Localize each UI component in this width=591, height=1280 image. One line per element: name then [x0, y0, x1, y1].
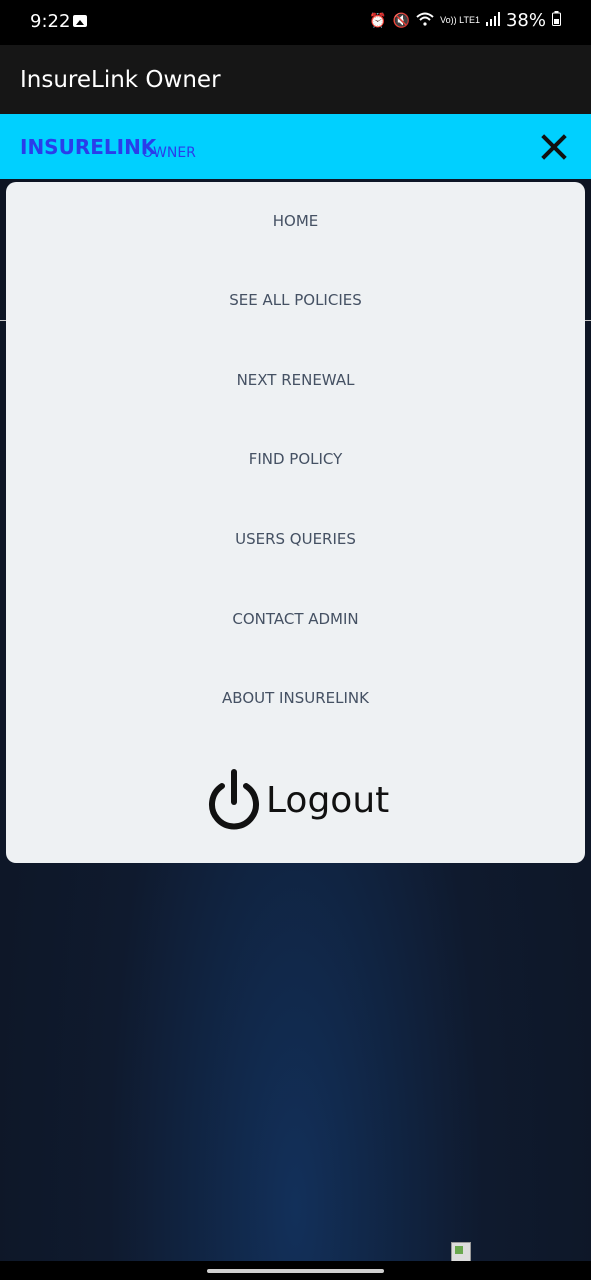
- alarm-icon: ⏰: [369, 12, 387, 28]
- menu-item-see-all-policies[interactable]: SEE ALL POLICIES: [6, 280, 585, 320]
- status-bar: 9:22 ⏰ 🔇 Vo)) LTE1 38%: [0, 0, 591, 45]
- gallery-icon: [73, 15, 87, 27]
- app-title: InsureLink Owner: [20, 67, 221, 93]
- battery-percent: 38%: [505, 10, 546, 31]
- power-icon: [209, 769, 259, 830]
- menu-item-contact-admin[interactable]: CONTACT ADMIN: [6, 599, 585, 639]
- menu-item-about-insurelink[interactable]: ABOUT INSURELINK: [6, 678, 585, 718]
- battery-icon: [552, 11, 561, 30]
- mute-icon: 🔇: [392, 12, 411, 28]
- nav-header: INSURELINK OWNER: [0, 114, 591, 179]
- close-icon[interactable]: [537, 130, 571, 164]
- wifi-icon: [416, 12, 434, 29]
- lte-label: Vo)) LTE1: [440, 15, 480, 25]
- menu-item-find-policy[interactable]: FIND POLICY: [6, 439, 585, 479]
- brand-name: INSURELINK: [20, 135, 157, 159]
- broken-image-icon: [451, 1242, 471, 1262]
- signal-icon: [485, 11, 500, 30]
- menu-item-users-queries[interactable]: USERS QUERIES: [6, 519, 585, 559]
- menu-item-next-renewal[interactable]: NEXT RENEWAL: [6, 360, 585, 400]
- system-nav-bar: [0, 1261, 591, 1280]
- menu-item-home[interactable]: HOME: [6, 201, 585, 241]
- status-time: 9:22: [30, 11, 71, 32]
- status-icons: ⏰ 🔇 Vo)) LTE1 38%: [369, 10, 561, 31]
- nav-menu: HOME SEE ALL POLICIES NEXT RENEWAL FIND …: [6, 182, 585, 863]
- app-bar: InsureLink Owner: [0, 45, 591, 114]
- brand-subtitle: OWNER: [142, 145, 196, 161]
- home-indicator[interactable]: [207, 1269, 384, 1273]
- logout-button[interactable]: Logout: [206, 768, 396, 832]
- logout-label: Logout: [266, 780, 390, 821]
